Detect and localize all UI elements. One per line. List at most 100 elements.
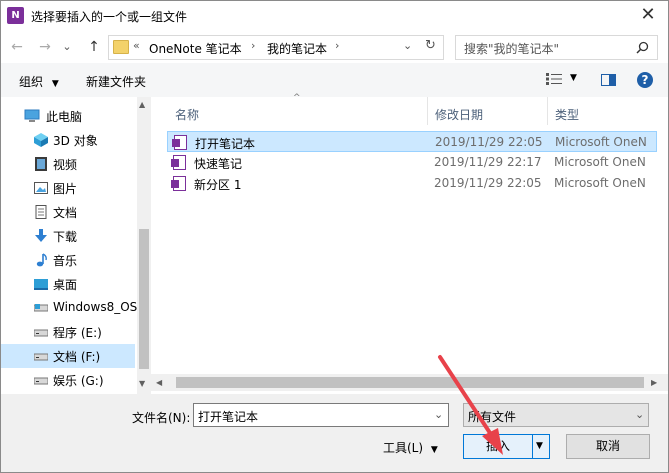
file-type: Microsoft OneN	[554, 155, 646, 169]
sidebar-item-3d-objects[interactable]: 3D 对象	[0, 128, 135, 152]
cube-icon	[34, 133, 48, 147]
tools-button[interactable]: 工具(L) ▼	[383, 439, 438, 456]
sort-ascending-icon: ^	[293, 93, 301, 103]
breadcrumb-my-notebook[interactable]: 我的笔记本	[267, 40, 327, 57]
filename-value: 打开笔记本	[198, 410, 259, 424]
new-folder-button[interactable]: 新建文件夹	[86, 73, 146, 90]
onenote-file-icon	[171, 155, 186, 170]
sidebar-item-label: 文档	[53, 206, 78, 220]
sidebar-item-downloads[interactable]: 下载	[0, 224, 135, 248]
organize-button[interactable]: 组织 ▼	[19, 73, 59, 90]
desktop-icon	[34, 279, 48, 290]
column-header-modified[interactable]: 修改日期	[435, 106, 483, 123]
title-bar: N 选择要插入的一个或一组文件 ✕	[0, 0, 669, 31]
insert-options-chevron-icon[interactable]: ▼	[536, 435, 543, 458]
sidebar-item-windows8-os[interactable]: Windows8_OS	[0, 296, 138, 320]
sidebar-item-this-pc[interactable]: 此电脑	[0, 104, 135, 128]
breadcrumb-overflow[interactable]: «	[133, 39, 140, 52]
sidebar-item-label: 图片	[53, 182, 78, 196]
column-divider[interactable]	[427, 97, 428, 125]
back-button[interactable]: ←	[6, 36, 28, 58]
sidebar-item-label: 音乐	[53, 254, 78, 268]
search-icon[interactable]	[636, 41, 649, 54]
help-icon[interactable]: ?	[637, 72, 653, 88]
music-icon	[36, 253, 47, 267]
scroll-down-arrow-icon[interactable]: ▼	[139, 379, 145, 388]
file-type-value: 所有文件	[468, 410, 517, 424]
sidebar-item-label: 下载	[53, 230, 78, 244]
navigation-bar: ← → ⌄ ↑ « OneNote 笔记本 › 我的笔记本 › ⌄ ↻ 搜索"我…	[0, 31, 669, 63]
address-bar[interactable]: « OneNote 笔记本 › 我的笔记本 › ⌄ ↻	[108, 35, 444, 60]
sidebar-item-pictures[interactable]: 图片	[0, 176, 135, 200]
column-header-type[interactable]: 类型	[555, 106, 579, 123]
sidebar-item-drive-f[interactable]: 文档 (F:)	[0, 344, 135, 368]
sidebar-scroll-thumb[interactable]	[139, 229, 149, 369]
file-type-select[interactable]: 所有文件 ⌄	[463, 403, 649, 427]
sidebar-item-label: 程序 (E:)	[53, 326, 102, 340]
sidebar-item-label: 文档 (F:)	[53, 350, 101, 364]
sidebar-item-desktop[interactable]: 桌面	[0, 272, 135, 296]
sidebar-item-documents[interactable]: 文档	[0, 200, 135, 224]
file-type: Microsoft OneN	[554, 176, 646, 190]
preview-pane-icon[interactable]	[601, 74, 616, 86]
column-divider[interactable]	[547, 97, 548, 125]
computer-icon	[24, 109, 40, 122]
file-modified: 2019/11/29 22:05	[435, 135, 543, 149]
breadcrumb-separator: ›	[251, 39, 256, 52]
onenote-file-icon	[171, 176, 186, 191]
view-options-button[interactable]: ▼	[546, 73, 577, 88]
insert-label: 插入	[485, 439, 510, 453]
close-button[interactable]: ✕	[633, 3, 663, 27]
drive-icon	[34, 304, 48, 312]
sidebar-item-music[interactable]: 音乐	[0, 248, 135, 272]
scroll-up-arrow-icon[interactable]: ▲	[139, 100, 145, 109]
sidebar-item-label: 桌面	[53, 278, 78, 292]
split-divider	[532, 435, 533, 458]
breadcrumb-onenote[interactable]: OneNote 笔记本	[149, 40, 242, 57]
filename-input[interactable]: 打开笔记本 ⌄	[193, 403, 449, 427]
file-row[interactable]: 打开笔记本 2019/11/29 22:05 Microsoft OneN	[167, 131, 657, 152]
onenote-file-icon	[172, 135, 187, 150]
filename-label: 文件名(N):	[132, 411, 191, 425]
onenote-app-icon: N	[7, 7, 24, 24]
chevron-down-icon: ▼	[570, 73, 577, 83]
file-type: Microsoft OneN	[555, 135, 647, 149]
chevron-down-icon[interactable]: ⌄	[434, 408, 443, 421]
command-toolbar: 组织 ▼ 新建文件夹 ▼ ?	[0, 63, 669, 98]
refresh-icon[interactable]: ↻	[425, 38, 436, 53]
sidebar-item-drive-e[interactable]: 程序 (E:)	[0, 320, 135, 344]
search-placeholder: 搜索"我的笔记本"	[464, 42, 560, 56]
scroll-right-arrow-icon[interactable]: ▶	[651, 378, 657, 387]
sidebar-item-label: 3D 对象	[53, 134, 98, 148]
details-view-icon	[546, 73, 562, 85]
file-name: 快速笔记	[194, 157, 243, 171]
breadcrumb-separator: ›	[335, 39, 340, 52]
forward-button[interactable]: →	[34, 36, 56, 58]
cancel-button[interactable]: 取消	[566, 434, 650, 459]
sidebar-item-label: 娱乐 (G:)	[53, 374, 104, 388]
address-dropdown-icon[interactable]: ⌄	[403, 39, 412, 52]
chevron-down-icon[interactable]: ⌄	[635, 408, 644, 421]
search-box[interactable]: 搜索"我的笔记本"	[455, 35, 658, 60]
picture-icon	[34, 182, 48, 194]
download-icon	[35, 229, 47, 242]
scroll-left-arrow-icon[interactable]: ◀	[156, 378, 162, 387]
drive-icon	[34, 377, 48, 385]
sidebar-item-drive-g[interactable]: 娱乐 (G:)	[0, 368, 135, 392]
sidebar-item-label: Windows8_OS	[53, 300, 138, 314]
insert-button[interactable]: 插入 ▼	[463, 434, 550, 459]
chevron-down-icon: ▼	[430, 445, 438, 455]
horizontal-scroll-thumb[interactable]	[176, 377, 644, 388]
file-row[interactable]: 快速笔记 2019/11/29 22:17 Microsoft OneN	[167, 152, 657, 173]
file-row[interactable]: 新分区 1 2019/11/29 22:05 Microsoft OneN	[167, 173, 657, 194]
drive-icon	[34, 353, 48, 361]
recent-locations-dropdown[interactable]: ⌄	[60, 36, 74, 58]
chevron-down-icon: ▼	[51, 79, 59, 89]
video-icon	[35, 157, 47, 171]
column-header-name[interactable]: 名称	[175, 106, 199, 123]
up-button[interactable]: ↑	[83, 36, 105, 58]
drive-icon	[34, 329, 48, 337]
file-name: 新分区 1	[194, 178, 242, 192]
tools-label: 工具(L)	[383, 441, 424, 455]
sidebar-item-videos[interactable]: 视频	[0, 152, 135, 176]
